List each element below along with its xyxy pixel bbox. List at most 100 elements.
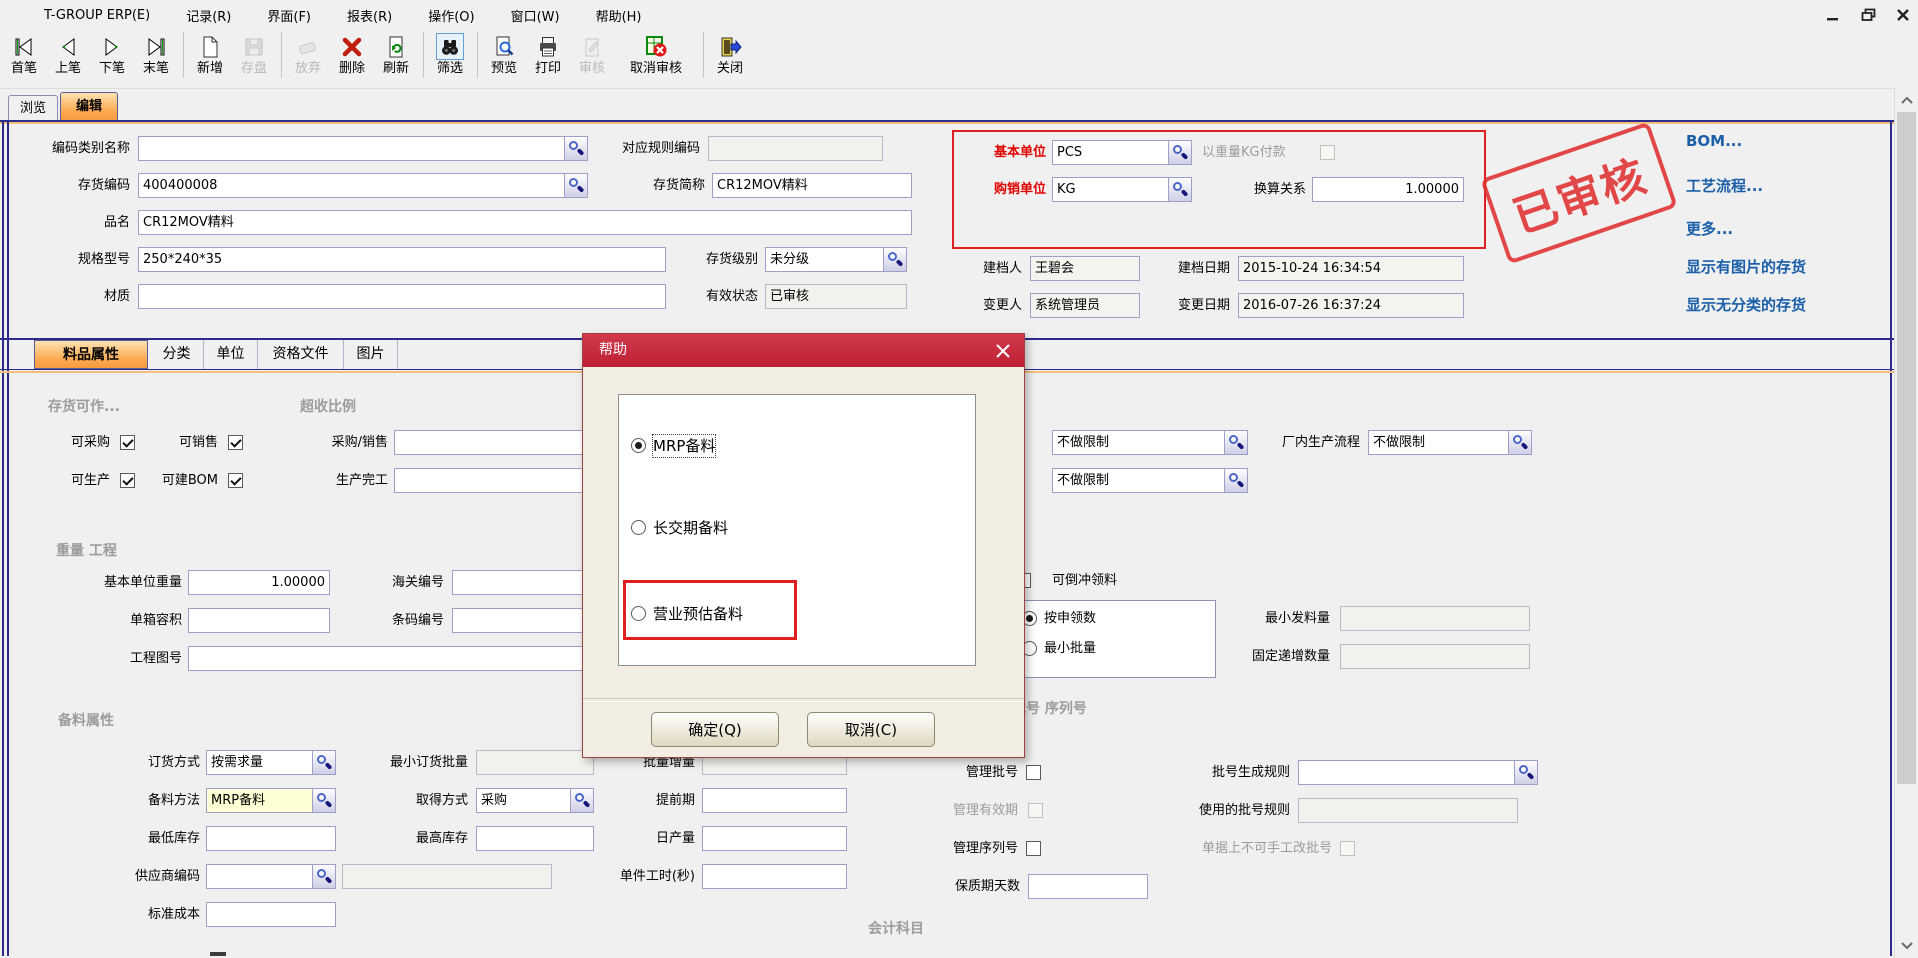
inv-code-field[interactable]: 400400008 — [138, 173, 588, 198]
toolbar-save-button: 存盘 — [232, 30, 276, 77]
lookup-magnifier-icon[interactable] — [564, 173, 588, 198]
toolbar-refresh-button[interactable]: 刷新 — [374, 30, 418, 77]
sellable-checkbox[interactable] — [228, 435, 243, 450]
spec-field[interactable]: 250*240*35 — [138, 247, 666, 272]
restriction-field-1[interactable]: 不做限制 — [1052, 430, 1248, 455]
lead-time-field[interactable] — [702, 788, 847, 813]
producible-checkbox[interactable] — [120, 473, 135, 488]
lookup-magnifier-icon[interactable] — [312, 864, 336, 889]
toolbar-preview-button[interactable]: 预览 — [482, 30, 526, 77]
toolbar-print-button[interactable]: 打印 — [526, 30, 570, 77]
toolbar-last-button[interactable]: 末笔 — [134, 30, 178, 77]
toolbar-close-button[interactable]: 关闭 — [708, 30, 752, 77]
toolbar-separator — [698, 30, 708, 80]
box-volume-field[interactable] — [188, 608, 330, 633]
long-leadtime-label[interactable]: 长交期备料 — [653, 517, 728, 539]
bom-buildable-checkbox[interactable] — [228, 473, 243, 488]
supplier-code-field[interactable] — [206, 864, 336, 889]
supplier-code-label: 供应商编码 — [66, 864, 200, 889]
trade-unit-field[interactable]: KG — [1052, 177, 1192, 202]
menu-help[interactable]: 帮助(H) — [596, 6, 642, 25]
prep-method-field[interactable]: MRP备料 — [206, 788, 336, 813]
link-bom[interactable]: BOM... — [1686, 132, 1742, 150]
menu-window[interactable]: 窗口(W) — [511, 6, 560, 25]
menu-app[interactable]: T-GROUP ERP(E) — [44, 8, 150, 23]
link-show-unclassified[interactable]: 显示无分类的存货 — [1686, 294, 1806, 315]
toolbar-filter-button[interactable]: 筛选 — [428, 30, 472, 77]
lookup-magnifier-icon[interactable] — [1168, 140, 1192, 165]
max-stock-field[interactable] — [476, 826, 594, 851]
toolbar-next-button[interactable]: 下笔 — [90, 30, 134, 77]
dialog-titlebar[interactable]: 帮助 — [583, 334, 1024, 367]
tab-edit[interactable]: 编辑 — [60, 92, 118, 120]
code-category-field[interactable] — [138, 136, 588, 161]
close-window-button[interactable] — [1888, 4, 1918, 26]
product-name-field[interactable]: CR12MOV精料 — [138, 210, 912, 235]
daily-output-field[interactable] — [702, 826, 847, 851]
lookup-magnifier-icon[interactable] — [312, 750, 336, 775]
shelf-days-field[interactable] — [1028, 874, 1148, 899]
tab-qualification-files[interactable]: 资格文件 — [258, 340, 344, 369]
manage-batch-checkbox[interactable] — [1026, 765, 1041, 780]
lookup-magnifier-icon[interactable] — [1508, 430, 1532, 455]
lookup-magnifier-icon[interactable] — [1514, 760, 1538, 785]
lookup-magnifier-icon[interactable] — [312, 788, 336, 813]
tab-classification[interactable]: 分类 — [150, 340, 204, 369]
inv-abbr-field[interactable]: CR12MOV精料 — [712, 173, 912, 198]
factory-flow-field[interactable]: 不做限制 — [1368, 430, 1532, 455]
min-stock-field[interactable] — [206, 826, 336, 851]
menu-reports[interactable]: 报表(R) — [347, 6, 392, 25]
tab-images[interactable]: 图片 — [344, 340, 398, 369]
toolbar-prev-button[interactable]: 上笔 — [46, 30, 90, 77]
toolbar-cancel-audit-button[interactable]: 取消审核 — [614, 30, 698, 77]
next-record-icon — [98, 33, 126, 60]
manage-serial-checkbox[interactable] — [1026, 841, 1041, 856]
link-show-with-images[interactable]: 显示有图片的存货 — [1686, 256, 1806, 277]
base-unit-field[interactable]: PCS — [1052, 140, 1192, 165]
toolbar-delete-button[interactable]: 删除 — [330, 30, 374, 77]
tab-item-properties[interactable]: 料品属性 — [34, 340, 148, 369]
menu-interface[interactable]: 界面(F) — [267, 6, 311, 25]
long-leadtime-radio[interactable] — [631, 520, 646, 535]
conversion-field[interactable]: 1.00000 — [1312, 177, 1464, 202]
lookup-magnifier-icon[interactable] — [1224, 468, 1248, 493]
dialog-cancel-button[interactable]: 取消(C) — [807, 712, 935, 747]
base-unit-weight-field[interactable]: 1.00000 — [188, 570, 330, 595]
modifier-label: 变更人 — [958, 293, 1022, 318]
menu-records[interactable]: 记录(R) — [186, 6, 231, 25]
lookup-magnifier-icon[interactable] — [883, 247, 907, 272]
vertical-scrollbar[interactable] — [1894, 88, 1918, 958]
used-rule-field — [1298, 798, 1518, 823]
link-process-flow[interactable]: 工艺流程... — [1686, 175, 1763, 196]
acquire-mode-field[interactable]: 采购 — [476, 788, 594, 813]
scroll-down-button[interactable] — [1896, 935, 1917, 956]
unit-time-field[interactable] — [702, 864, 847, 889]
dialog-ok-button[interactable]: 确定(Q) — [651, 712, 779, 747]
tab-browse[interactable]: 浏览 — [8, 95, 58, 120]
material-field[interactable] — [138, 284, 666, 309]
std-cost-field[interactable] — [206, 902, 336, 927]
restriction-field-2[interactable]: 不做限制 — [1052, 468, 1248, 493]
order-mode-field[interactable]: 按需求量 — [206, 750, 336, 775]
lookup-magnifier-icon[interactable] — [570, 788, 594, 813]
lookup-magnifier-icon[interactable] — [1168, 177, 1192, 202]
lookup-magnifier-icon[interactable] — [1224, 430, 1248, 455]
purchasable-checkbox[interactable] — [120, 435, 135, 450]
toolbar-first-button[interactable]: 首笔 — [2, 30, 46, 77]
scroll-up-button[interactable] — [1896, 89, 1917, 110]
menu-operations[interactable]: 操作(O) — [428, 6, 474, 25]
inv-code-label: 存货编码 — [8, 173, 130, 198]
link-more[interactable]: 更多... — [1686, 218, 1733, 239]
over-ratio-section-header: 超收比例 — [300, 396, 356, 416]
lookup-magnifier-icon[interactable] — [564, 136, 588, 161]
mrp-prep-radio[interactable] — [631, 438, 646, 453]
inv-level-field[interactable]: 未分级 — [765, 247, 907, 272]
batch-rule-field[interactable] — [1298, 760, 1538, 785]
mrp-prep-label[interactable]: MRP备料 — [653, 435, 715, 457]
scrollbar-thumb[interactable] — [1897, 112, 1916, 784]
toolbar-new-button[interactable]: 新增 — [188, 30, 232, 77]
minimize-button[interactable] — [1818, 4, 1848, 26]
dialog-close-icon[interactable] — [994, 342, 1012, 360]
restore-button[interactable] — [1854, 4, 1884, 26]
tab-units[interactable]: 单位 — [204, 340, 258, 369]
